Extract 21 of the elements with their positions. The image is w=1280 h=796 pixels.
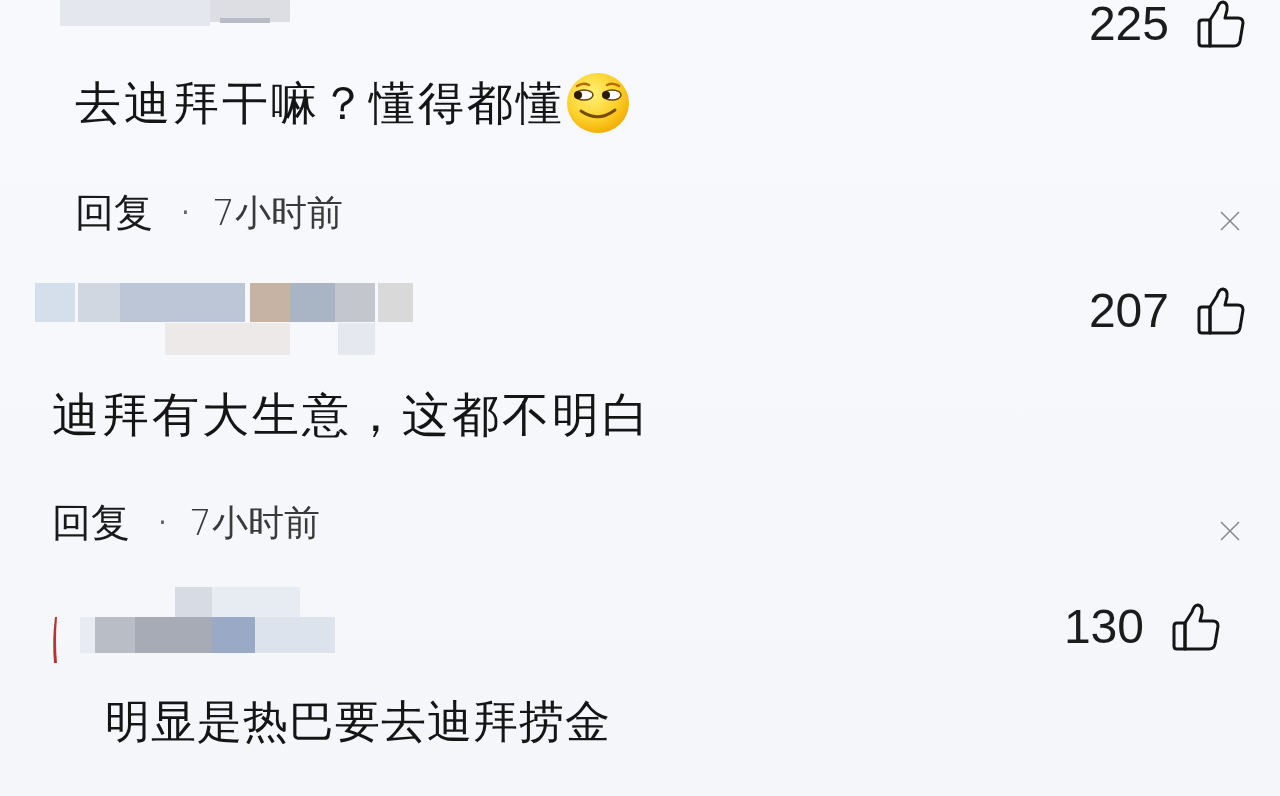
- close-icon: [1220, 521, 1240, 541]
- comment-text: 去迪拜干嘛？懂得都懂: [75, 75, 565, 131]
- timestamp: 7小时前: [211, 191, 343, 235]
- like-button[interactable]: 130: [1063, 603, 1220, 651]
- timestamp: 7小时前: [188, 501, 320, 545]
- like-button[interactable]: 207: [1088, 287, 1245, 335]
- close-button[interactable]: [1220, 211, 1240, 231]
- avatar-edge-icon: [52, 617, 57, 663]
- separator-dot: ·: [181, 195, 190, 231]
- thumbs-up-icon: [1197, 287, 1245, 335]
- close-icon: [1220, 211, 1240, 231]
- thumbs-up-icon: [1172, 603, 1220, 651]
- close-button[interactable]: [1220, 521, 1240, 541]
- comment-text: 明显是热巴要去迪拜捞金: [105, 694, 611, 750]
- reply-button[interactable]: 回复: [75, 189, 153, 237]
- comment-text: 迪拜有大生意，这都不明白: [52, 387, 652, 443]
- reply-button[interactable]: 回复: [52, 499, 130, 547]
- separator-dot: ·: [158, 505, 167, 541]
- thumbs-up-icon: [1197, 0, 1245, 48]
- smirk-emoji-icon: [567, 73, 629, 133]
- like-button[interactable]: 225: [1088, 0, 1245, 48]
